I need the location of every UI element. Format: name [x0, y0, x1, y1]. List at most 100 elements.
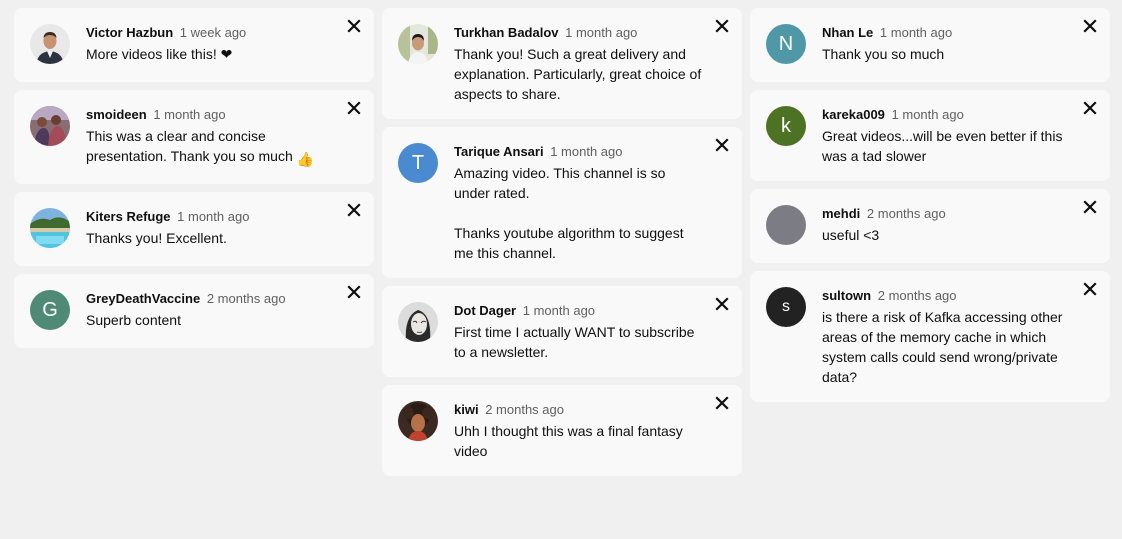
- comment-card: Victor Hazbun 1 week ago More videos like…: [14, 8, 374, 82]
- comment-text: Amazing video. This channel is so under …: [454, 163, 702, 263]
- author-name[interactable]: Victor Hazbun: [86, 25, 173, 40]
- author-name[interactable]: Tarique Ansari: [454, 144, 544, 159]
- author-name[interactable]: Nhan Le: [822, 25, 873, 40]
- close-icon[interactable]: [1082, 18, 1098, 34]
- comment-card: Dot Dager 1 month ago First time I actual…: [382, 286, 742, 377]
- comment-card: Turkhan Badalov 1 month ago Thank you! Su…: [382, 8, 742, 119]
- avatar-photo-group[interactable]: [30, 106, 70, 146]
- comment-body: More videos like this! ❤: [86, 46, 233, 62]
- avatar-letter: s: [782, 298, 790, 315]
- comment-body: is there a risk of Kafka accessing other…: [822, 309, 1067, 385]
- comment-card: kiwi 2 months ago Uhh I thought this was …: [382, 385, 742, 476]
- comment-text: First time I actually WANT to subscribe …: [454, 322, 702, 362]
- close-icon[interactable]: [714, 18, 730, 34]
- comment-time[interactable]: 2 months ago: [867, 206, 946, 221]
- author-name[interactable]: smoideen: [86, 107, 147, 122]
- comment-header: smoideen 1 month ago: [86, 106, 334, 124]
- comment-time[interactable]: 1 month ago: [565, 25, 637, 40]
- comment-card: mehdi 2 months ago useful <3: [750, 189, 1110, 263]
- comment-time[interactable]: 1 month ago: [153, 107, 225, 122]
- comment-text: More videos like this! ❤: [86, 44, 334, 64]
- avatar-photo-curly-hair[interactable]: [398, 401, 438, 441]
- author-name[interactable]: GreyDeathVaccine: [86, 291, 200, 306]
- comment-body: Amazing video. This channel is so under …: [454, 165, 684, 261]
- comment-time[interactable]: 2 months ago: [485, 402, 564, 417]
- avatar[interactable]: [766, 205, 806, 245]
- comment-header: Tarique Ansari 1 month ago: [454, 143, 702, 161]
- avatar[interactable]: G: [30, 290, 70, 330]
- comment-text: Thank you so much: [822, 44, 1070, 64]
- comment-body: Uhh I thought this was a final fantasy v…: [454, 423, 687, 459]
- avatar[interactable]: k: [766, 106, 806, 146]
- comment-text: Great videos...will be even better if th…: [822, 126, 1070, 166]
- comment-body: Thanks you! Excellent.: [86, 230, 227, 246]
- column-1: Victor Hazbun 1 week ago More videos like…: [14, 8, 374, 356]
- avatar-photo-pool[interactable]: [30, 208, 70, 248]
- comment-body: Thank you! Such a great delivery and exp…: [454, 46, 706, 102]
- comment-card: N Nhan Le 1 month ago Thank you so much: [750, 8, 1110, 82]
- author-name[interactable]: Dot Dager: [454, 303, 516, 318]
- author-name[interactable]: Turkhan Badalov: [454, 25, 559, 40]
- comment-body: useful <3: [822, 227, 880, 243]
- close-icon[interactable]: [346, 18, 362, 34]
- comment-text: Thanks you! Excellent.: [86, 228, 334, 248]
- avatar-photo-man-suit[interactable]: [30, 24, 70, 64]
- comment-header: GreyDeathVaccine 2 months ago: [86, 290, 334, 308]
- comment-header: kiwi 2 months ago: [454, 401, 702, 419]
- comment-header: sultown 2 months ago: [822, 287, 1070, 305]
- avatar-photo-sketch-face[interactable]: [398, 302, 438, 342]
- close-icon[interactable]: [1082, 100, 1098, 116]
- close-icon[interactable]: [714, 137, 730, 153]
- close-icon[interactable]: [714, 395, 730, 411]
- comment-header: Victor Hazbun 1 week ago: [86, 24, 334, 42]
- comment-body: Thank you so much: [822, 46, 945, 62]
- comment-header: Dot Dager 1 month ago: [454, 302, 702, 320]
- close-icon[interactable]: [346, 100, 362, 116]
- comment-header: Kiters Refuge 1 month ago: [86, 208, 334, 226]
- avatar-letter: N: [778, 32, 794, 55]
- close-icon[interactable]: [346, 284, 362, 300]
- column-3: N Nhan Le 1 month ago Thank you so much k ka…: [750, 8, 1110, 410]
- comment-body: Great videos...will be even better if th…: [822, 128, 1067, 164]
- author-name[interactable]: kareka009: [822, 107, 885, 122]
- comment-time[interactable]: 1 month ago: [550, 144, 622, 159]
- close-icon[interactable]: [1082, 199, 1098, 215]
- close-icon[interactable]: [346, 202, 362, 218]
- comment-text: useful <3: [822, 225, 1070, 245]
- comment-body: Superb content: [86, 312, 181, 328]
- author-name[interactable]: kiwi: [454, 402, 479, 417]
- comment-time[interactable]: 2 months ago: [878, 288, 957, 303]
- comment-card: G GreyDeathVaccine 2 months ago Superb con…: [14, 274, 374, 348]
- comment-text: Superb content: [86, 310, 334, 330]
- comment-text: is there a risk of Kafka accessing other…: [822, 307, 1070, 387]
- comment-header: mehdi 2 months ago: [822, 205, 1070, 223]
- close-icon[interactable]: [1082, 281, 1098, 297]
- avatar[interactable]: s: [766, 287, 806, 327]
- comment-card: smoideen 1 month ago This was a clear and…: [14, 90, 374, 184]
- comment-time[interactable]: 1 week ago: [180, 25, 247, 40]
- avatar-letter: G: [42, 298, 58, 321]
- comment-text: Uhh I thought this was a final fantasy v…: [454, 421, 702, 461]
- comment-text: This was a clear and concise presentatio…: [86, 126, 334, 169]
- comment-time[interactable]: 2 months ago: [207, 291, 286, 306]
- avatar-letter: k: [781, 114, 791, 137]
- comment-time[interactable]: 1 month ago: [892, 107, 964, 122]
- close-icon[interactable]: [714, 296, 730, 312]
- comment-body: First time I actually WANT to subscribe …: [454, 324, 699, 360]
- author-name[interactable]: Kiters Refuge: [86, 209, 171, 224]
- comment-time[interactable]: 1 month ago: [880, 25, 952, 40]
- comment-header: Nhan Le 1 month ago: [822, 24, 1070, 42]
- comment-time[interactable]: 1 month ago: [177, 209, 249, 224]
- comment-card: T Tarique Ansari 1 month ago Amazing video…: [382, 127, 742, 278]
- author-name[interactable]: sultown: [822, 288, 871, 303]
- avatar[interactable]: N: [766, 24, 806, 64]
- comment-body: This was a clear and concise presentatio…: [86, 128, 293, 164]
- avatar-photo-man-outdoor[interactable]: [398, 24, 438, 64]
- avatar[interactable]: T: [398, 143, 438, 183]
- author-name[interactable]: mehdi: [822, 206, 860, 221]
- comment-card: k kareka009 1 month ago Great videos...wil…: [750, 90, 1110, 181]
- thumbs-up-emoji: 👍: [296, 151, 315, 167]
- comment-card: Kiters Refuge 1 month ago Thanks you! Exc…: [14, 192, 374, 266]
- comment-time[interactable]: 1 month ago: [523, 303, 595, 318]
- avatar-letter: T: [411, 151, 425, 174]
